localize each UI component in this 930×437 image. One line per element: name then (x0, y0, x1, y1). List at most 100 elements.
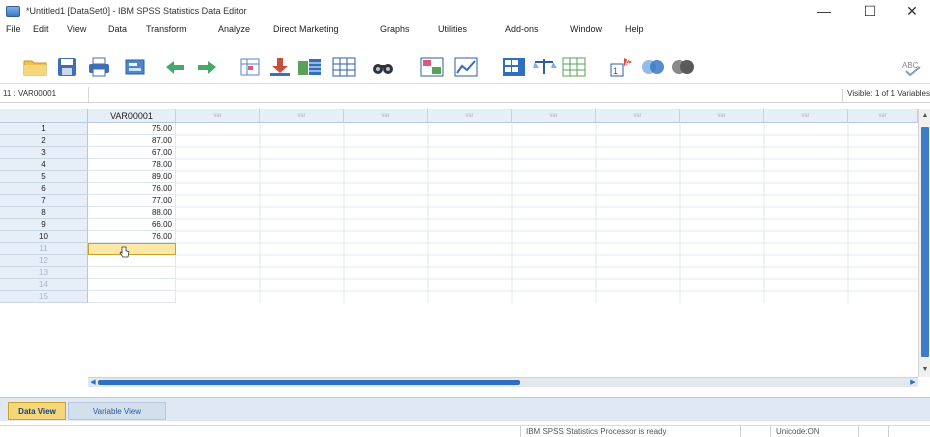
row-header[interactable]: 10 (0, 231, 88, 243)
row-header[interactable]: 9 (0, 219, 88, 231)
maximize-icon: ☐ (863, 2, 877, 19)
menu-window[interactable]: Window (570, 24, 602, 34)
cell-editor-divider (88, 87, 89, 103)
data-cell[interactable] (88, 267, 176, 279)
vertical-scrollbar[interactable]: ▲ ▼ (918, 109, 930, 377)
column-header-var[interactable]: var (764, 109, 848, 123)
menu-view[interactable]: View (67, 24, 86, 34)
status-divider (888, 426, 889, 437)
spelling-icon[interactable]: ABC (898, 55, 928, 79)
menu-bar: File Edit View Data Transform Analyze Di… (0, 24, 930, 38)
scroll-up-arrow-icon[interactable]: ▲ (920, 111, 930, 121)
data-cell[interactable] (88, 279, 176, 291)
row-header[interactable]: 8 (0, 207, 88, 219)
scroll-down-arrow-icon[interactable]: ▼ (920, 365, 930, 375)
insert-cases-icon[interactable] (418, 55, 448, 79)
data-cell[interactable]: 87.00 (88, 135, 176, 147)
data-cell[interactable]: 88.00 (88, 207, 176, 219)
data-cell[interactable]: 78.00 (88, 159, 176, 171)
row-header[interactable]: 13 (0, 267, 88, 279)
print-icon[interactable] (84, 55, 114, 79)
column-header-var00001[interactable]: VAR00001 (88, 109, 176, 123)
grid-lines (176, 123, 918, 303)
column-header-var[interactable]: var (428, 109, 512, 123)
data-cell[interactable] (88, 291, 176, 303)
status-bar: IBM SPSS Statistics Processor is ready U… (0, 425, 930, 437)
menu-transform[interactable]: Transform (146, 24, 187, 34)
column-header-var[interactable]: var (176, 109, 260, 123)
column-header-var[interactable]: var (512, 109, 596, 123)
scroll-left-arrow-icon[interactable]: ◀ (88, 378, 98, 387)
data-cell[interactable]: 76.00 (88, 231, 176, 243)
column-header-var[interactable]: var (260, 109, 344, 123)
row-header[interactable]: 14 (0, 279, 88, 291)
menu-file[interactable]: File (6, 24, 21, 34)
row-header[interactable]: 1 (0, 123, 88, 135)
goto-case-icon[interactable] (236, 55, 266, 79)
data-cell[interactable]: 67.00 (88, 147, 176, 159)
close-button[interactable]: ✕ (894, 0, 930, 22)
redo-icon[interactable] (192, 55, 222, 79)
row-header[interactable]: 11 (0, 243, 88, 255)
scroll-right-arrow-icon[interactable]: ▶ (908, 378, 918, 387)
horizontal-scrollbar[interactable]: ◀ ▶ (88, 377, 918, 387)
find-icon[interactable] (368, 55, 398, 79)
row-header[interactable]: 5 (0, 171, 88, 183)
status-divider (740, 426, 741, 437)
select-cases-icon[interactable] (560, 55, 590, 79)
menu-analyze[interactable]: Analyze (218, 24, 250, 34)
column-header-var[interactable]: var (596, 109, 680, 123)
data-cell[interactable]: 76.00 (88, 183, 176, 195)
minimize-button[interactable]: — (806, 0, 842, 22)
menu-utilities[interactable]: Utilities (438, 24, 467, 34)
menu-data[interactable]: Data (108, 24, 127, 34)
vertical-scroll-thumb[interactable] (921, 127, 929, 357)
column-header-var[interactable]: var (848, 109, 918, 123)
menu-add-ons[interactable]: Add-ons (505, 24, 539, 34)
menu-graphs[interactable]: Graphs (380, 24, 410, 34)
row-header[interactable]: 2 (0, 135, 88, 147)
hand-cursor-icon (119, 246, 130, 258)
undo-icon[interactable] (160, 55, 190, 79)
column-header-var[interactable]: var (344, 109, 428, 123)
row-header[interactable]: 6 (0, 183, 88, 195)
use-sets-icon[interactable] (638, 55, 668, 79)
menu-help[interactable]: Help (625, 24, 644, 34)
weight-cases-icon[interactable] (530, 55, 560, 79)
dialog-recall-icon[interactable] (121, 55, 151, 79)
variables-icon[interactable] (295, 55, 325, 79)
cell-editor-row: 11 : VAR00001 Visible: 1 of 1 Variables (0, 87, 930, 103)
split-file-icon[interactable] (500, 55, 530, 79)
horizontal-scroll-thumb[interactable] (98, 380, 520, 385)
data-cell[interactable]: 75.00 (88, 123, 176, 135)
run-descriptives-icon[interactable] (330, 55, 360, 79)
goto-variable-icon[interactable] (265, 55, 295, 79)
visible-variables-count: Visible: 1 of 1 Variables (842, 89, 930, 103)
row-header[interactable]: 3 (0, 147, 88, 159)
data-cell[interactable] (88, 255, 176, 267)
save-icon[interactable] (52, 55, 82, 79)
grid-corner[interactable] (0, 109, 88, 123)
open-folder-icon[interactable] (20, 55, 50, 79)
minimize-icon: — (817, 3, 831, 19)
show-all-variables-icon[interactable] (668, 55, 698, 79)
value-labels-icon[interactable]: 1A (608, 55, 638, 79)
column-header-var[interactable]: var (680, 109, 764, 123)
menu-direct-marketing[interactable]: Direct Marketing (273, 24, 339, 34)
row-header[interactable]: 7 (0, 195, 88, 207)
data-cell[interactable]: 66.00 (88, 219, 176, 231)
unicode-status: Unicode:ON (776, 427, 820, 436)
data-cell[interactable]: 77.00 (88, 195, 176, 207)
row-header[interactable]: 15 (0, 291, 88, 303)
active-cell[interactable] (88, 243, 176, 255)
data-cell[interactable]: 89.00 (88, 171, 176, 183)
row-header[interactable]: 12 (0, 255, 88, 267)
window-title: *Untitled1 [DataSet0] - IBM SPSS Statist… (26, 6, 247, 16)
tab-data-view[interactable]: Data View (8, 402, 66, 420)
data-grid: VAR00001 var var var var var var var var… (0, 109, 918, 377)
maximize-button[interactable]: ☐ (852, 0, 888, 22)
tab-variable-view[interactable]: Variable View (68, 402, 166, 420)
row-header[interactable]: 4 (0, 159, 88, 171)
menu-edit[interactable]: Edit (33, 24, 49, 34)
insert-variable-icon[interactable] (452, 55, 482, 79)
